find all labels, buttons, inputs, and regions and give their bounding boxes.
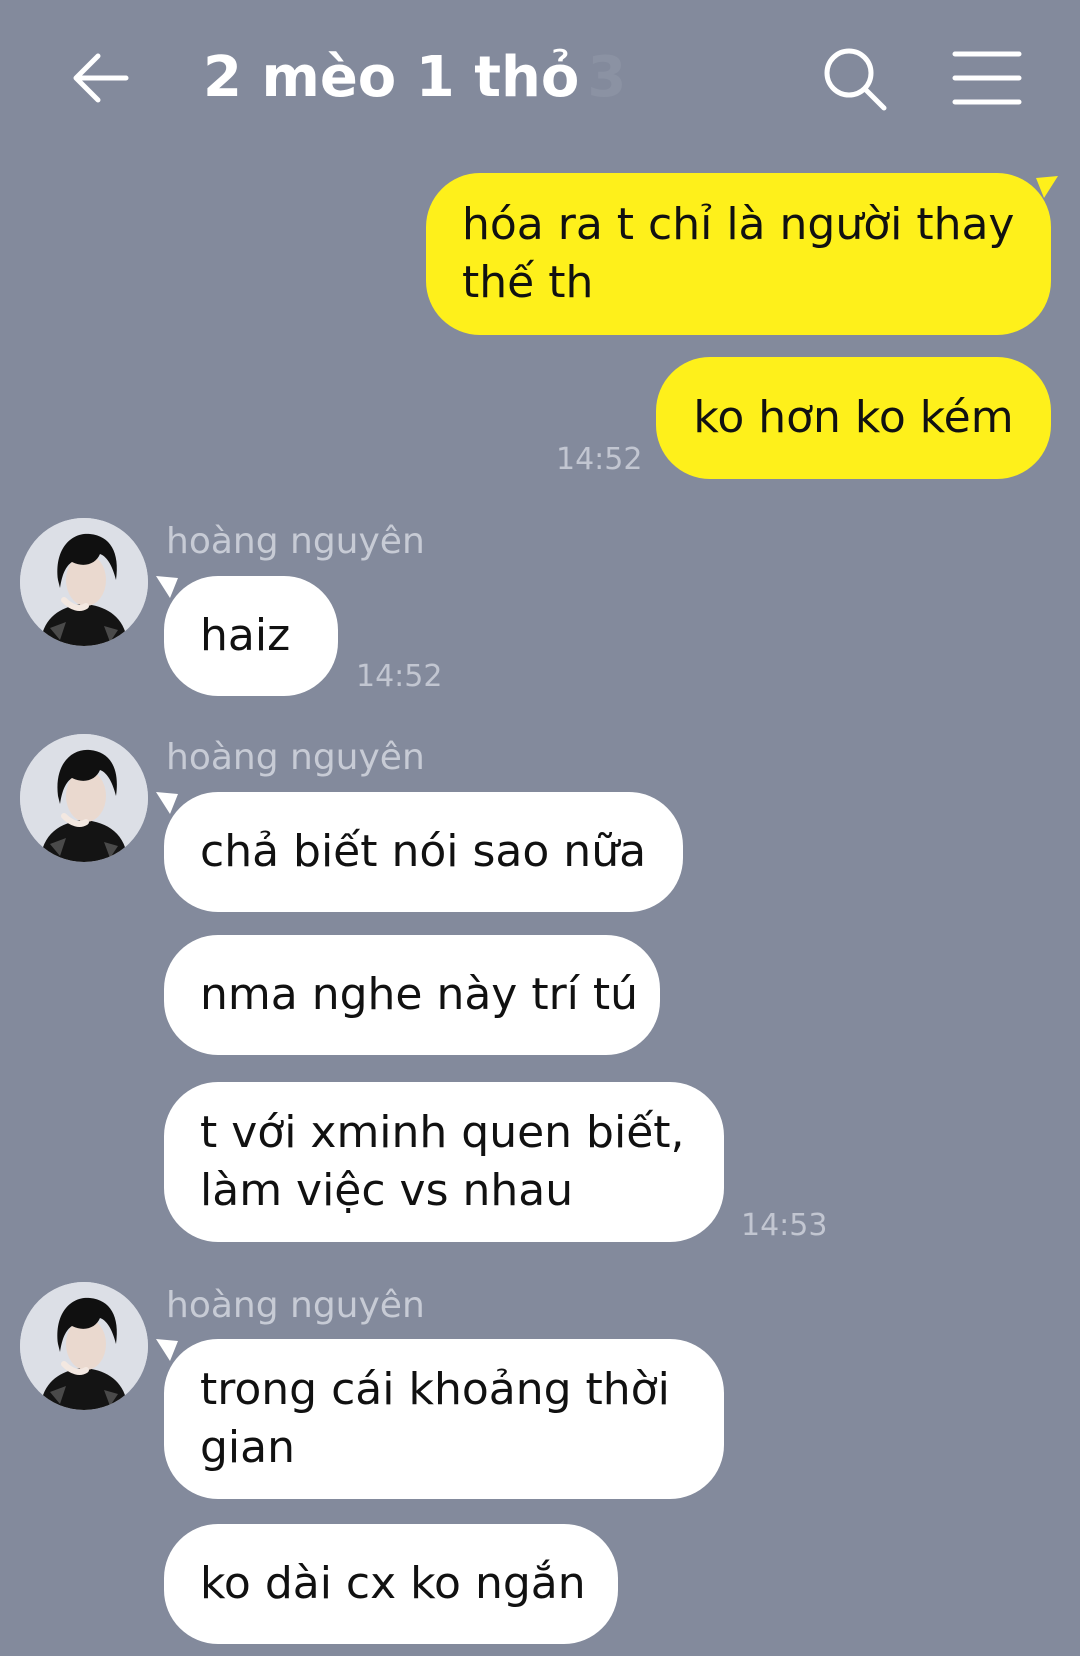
sender-name: hoàng nguyên (166, 1285, 425, 1326)
sender-name: hoàng nguyên (166, 737, 425, 778)
message-text-line: thế th (462, 257, 594, 308)
outgoing-message-bubble[interactable]: ko hơn ko kém (656, 357, 1051, 479)
message-text-line: làm việc vs nhau (200, 1165, 574, 1216)
message-text: haiz (200, 610, 291, 661)
incoming-message-bubble[interactable]: trong cái khoảng thời gian (164, 1339, 724, 1499)
search-icon[interactable] (822, 46, 888, 112)
incoming-message-bubble[interactable]: chả biết nói sao nữa (164, 792, 683, 912)
message-text: ko dài cx ko ngắn (200, 1558, 586, 1609)
message-text-line: t với xminh quen biết, (200, 1107, 685, 1158)
chat-header: 2 mèo 1 thỏ 3 (0, 0, 1080, 160)
message-text: ko hơn ko kém (693, 392, 1014, 443)
chat-title: 2 mèo 1 thỏ 3 (203, 40, 626, 116)
message-text-line: hóa ra t chỉ là người thay (462, 199, 1015, 250)
bubble-tail (156, 576, 178, 598)
message-text: chả biết nói sao nữa (200, 826, 647, 877)
message-text-line: trong cái khoảng thời (200, 1364, 670, 1415)
message-text: nma nghe này trí tú (200, 969, 639, 1020)
chat-room-name: 2 mèo 1 thỏ (203, 45, 580, 110)
arrow-left-icon[interactable] (70, 48, 130, 108)
avatar[interactable] (20, 734, 148, 862)
bubble-tail (156, 792, 178, 814)
incoming-message-bubble[interactable]: ko dài cx ko ngắn (164, 1524, 618, 1644)
outgoing-message-bubble[interactable]: hóa ra t chỉ là người thay thế th (426, 173, 1051, 335)
incoming-message-bubble[interactable]: t với xminh quen biết, làm việc vs nhau (164, 1082, 724, 1242)
message-timestamp: 14:52 (356, 659, 443, 694)
message-text-line: gian (200, 1422, 296, 1473)
incoming-message-bubble[interactable]: haiz (164, 576, 338, 696)
hamburger-menu-icon[interactable] (952, 50, 1022, 106)
bubble-tail (156, 1339, 178, 1361)
sender-name: hoàng nguyên (166, 521, 425, 562)
avatar[interactable] (20, 518, 148, 646)
message-timestamp: 14:53 (741, 1208, 828, 1243)
incoming-message-bubble[interactable]: nma nghe này trí tú (164, 935, 660, 1055)
member-count: 3 (587, 45, 627, 110)
message-timestamp: 14:52 (556, 442, 643, 477)
avatar[interactable] (20, 1282, 148, 1410)
bubble-tail (1036, 176, 1058, 198)
